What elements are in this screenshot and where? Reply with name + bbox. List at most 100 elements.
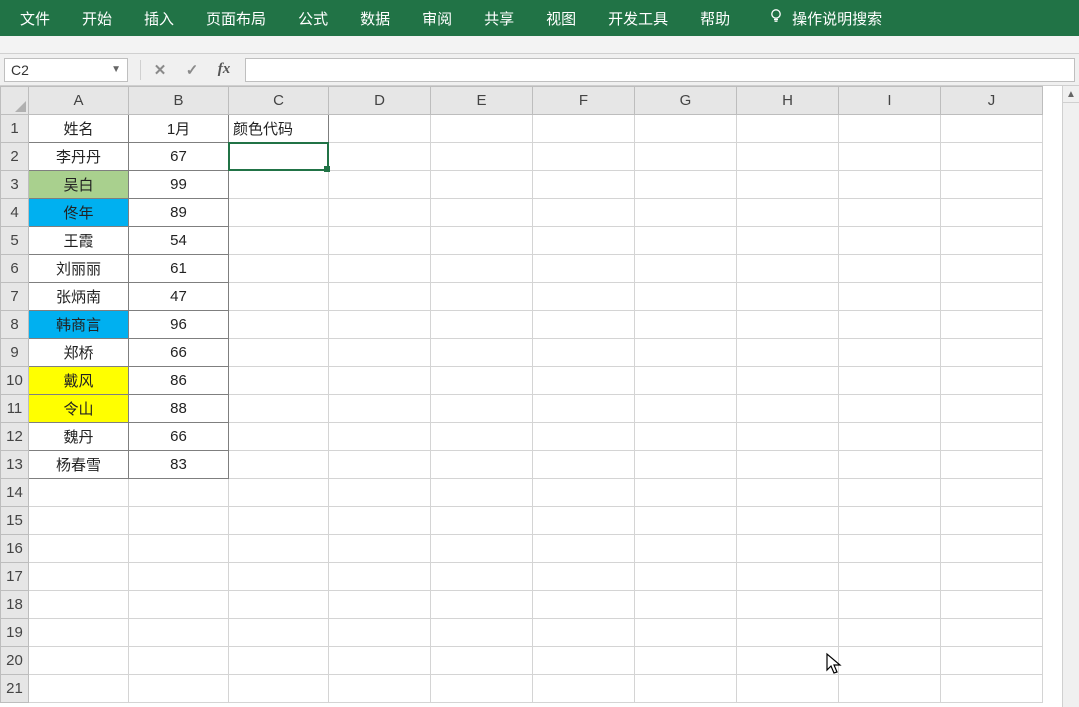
- cell-I7[interactable]: [839, 283, 941, 311]
- cell-F13[interactable]: [533, 451, 635, 479]
- cell-H14[interactable]: [737, 479, 839, 507]
- cell-I2[interactable]: [839, 143, 941, 171]
- cell-J16[interactable]: [941, 535, 1043, 563]
- row-header-16[interactable]: 16: [1, 535, 29, 563]
- cell-F11[interactable]: [533, 395, 635, 423]
- cell-D19[interactable]: [329, 619, 431, 647]
- cell-F3[interactable]: [533, 171, 635, 199]
- cell-H11[interactable]: [737, 395, 839, 423]
- cell-E2[interactable]: [431, 143, 533, 171]
- cell-F8[interactable]: [533, 311, 635, 339]
- cell-F2[interactable]: [533, 143, 635, 171]
- column-header-I[interactable]: I: [839, 87, 941, 115]
- row-header-1[interactable]: 1: [1, 115, 29, 143]
- cell-F19[interactable]: [533, 619, 635, 647]
- cell-E11[interactable]: [431, 395, 533, 423]
- row-header-6[interactable]: 6: [1, 255, 29, 283]
- cell-E19[interactable]: [431, 619, 533, 647]
- cell-B20[interactable]: [129, 647, 229, 675]
- cell-E6[interactable]: [431, 255, 533, 283]
- cell-F18[interactable]: [533, 591, 635, 619]
- cell-G17[interactable]: [635, 563, 737, 591]
- cell-H4[interactable]: [737, 199, 839, 227]
- row-header-8[interactable]: 8: [1, 311, 29, 339]
- cell-D14[interactable]: [329, 479, 431, 507]
- cell-C18[interactable]: [229, 591, 329, 619]
- cell-A9[interactable]: 郑桥: [29, 339, 129, 367]
- cell-G6[interactable]: [635, 255, 737, 283]
- cell-D17[interactable]: [329, 563, 431, 591]
- column-header-A[interactable]: A: [29, 87, 129, 115]
- menu-share[interactable]: 共享: [468, 0, 530, 36]
- menu-devtools[interactable]: 开发工具: [592, 0, 684, 36]
- cell-B16[interactable]: [129, 535, 229, 563]
- menu-home[interactable]: 开始: [66, 0, 128, 36]
- cell-D4[interactable]: [329, 199, 431, 227]
- cell-I3[interactable]: [839, 171, 941, 199]
- row-header-9[interactable]: 9: [1, 339, 29, 367]
- cell-C19[interactable]: [229, 619, 329, 647]
- cell-H17[interactable]: [737, 563, 839, 591]
- cell-I20[interactable]: [839, 647, 941, 675]
- cell-B4[interactable]: 89: [129, 199, 229, 227]
- cell-C4[interactable]: [229, 199, 329, 227]
- cell-B19[interactable]: [129, 619, 229, 647]
- vertical-scrollbar[interactable]: ▲: [1062, 86, 1079, 707]
- row-header-15[interactable]: 15: [1, 507, 29, 535]
- cell-D2[interactable]: [329, 143, 431, 171]
- cell-E7[interactable]: [431, 283, 533, 311]
- cell-I11[interactable]: [839, 395, 941, 423]
- cell-G2[interactable]: [635, 143, 737, 171]
- cell-B15[interactable]: [129, 507, 229, 535]
- cell-J9[interactable]: [941, 339, 1043, 367]
- cancel-formula-button[interactable]: ✕: [145, 58, 175, 82]
- cell-H12[interactable]: [737, 423, 839, 451]
- cell-J17[interactable]: [941, 563, 1043, 591]
- cell-E21[interactable]: [431, 675, 533, 703]
- cell-I14[interactable]: [839, 479, 941, 507]
- cell-E1[interactable]: [431, 115, 533, 143]
- cell-C17[interactable]: [229, 563, 329, 591]
- menu-view[interactable]: 视图: [530, 0, 592, 36]
- cell-C9[interactable]: [229, 339, 329, 367]
- name-box[interactable]: C2 ▼: [4, 58, 128, 82]
- cell-I17[interactable]: [839, 563, 941, 591]
- cell-C2[interactable]: [229, 143, 329, 171]
- cell-G14[interactable]: [635, 479, 737, 507]
- row-header-2[interactable]: 2: [1, 143, 29, 171]
- cell-A20[interactable]: [29, 647, 129, 675]
- cell-F9[interactable]: [533, 339, 635, 367]
- column-header-C[interactable]: C: [229, 87, 329, 115]
- cell-I9[interactable]: [839, 339, 941, 367]
- cell-J20[interactable]: [941, 647, 1043, 675]
- cell-J6[interactable]: [941, 255, 1043, 283]
- cell-B3[interactable]: 99: [129, 171, 229, 199]
- cell-H5[interactable]: [737, 227, 839, 255]
- cell-D1[interactable]: [329, 115, 431, 143]
- cell-F14[interactable]: [533, 479, 635, 507]
- cell-C12[interactable]: [229, 423, 329, 451]
- row-header-18[interactable]: 18: [1, 591, 29, 619]
- cell-H20[interactable]: [737, 647, 839, 675]
- row-header-20[interactable]: 20: [1, 647, 29, 675]
- cell-F4[interactable]: [533, 199, 635, 227]
- cell-A11[interactable]: 令山: [29, 395, 129, 423]
- cell-C13[interactable]: [229, 451, 329, 479]
- cell-G9[interactable]: [635, 339, 737, 367]
- cell-F17[interactable]: [533, 563, 635, 591]
- cell-G18[interactable]: [635, 591, 737, 619]
- cell-F7[interactable]: [533, 283, 635, 311]
- cell-E17[interactable]: [431, 563, 533, 591]
- cell-E10[interactable]: [431, 367, 533, 395]
- cell-H9[interactable]: [737, 339, 839, 367]
- menu-formulas[interactable]: 公式: [282, 0, 344, 36]
- cell-F12[interactable]: [533, 423, 635, 451]
- cell-G20[interactable]: [635, 647, 737, 675]
- cell-H6[interactable]: [737, 255, 839, 283]
- cell-I21[interactable]: [839, 675, 941, 703]
- cell-G16[interactable]: [635, 535, 737, 563]
- cell-D13[interactable]: [329, 451, 431, 479]
- menu-file[interactable]: 文件: [4, 0, 66, 36]
- cell-A16[interactable]: [29, 535, 129, 563]
- cell-J10[interactable]: [941, 367, 1043, 395]
